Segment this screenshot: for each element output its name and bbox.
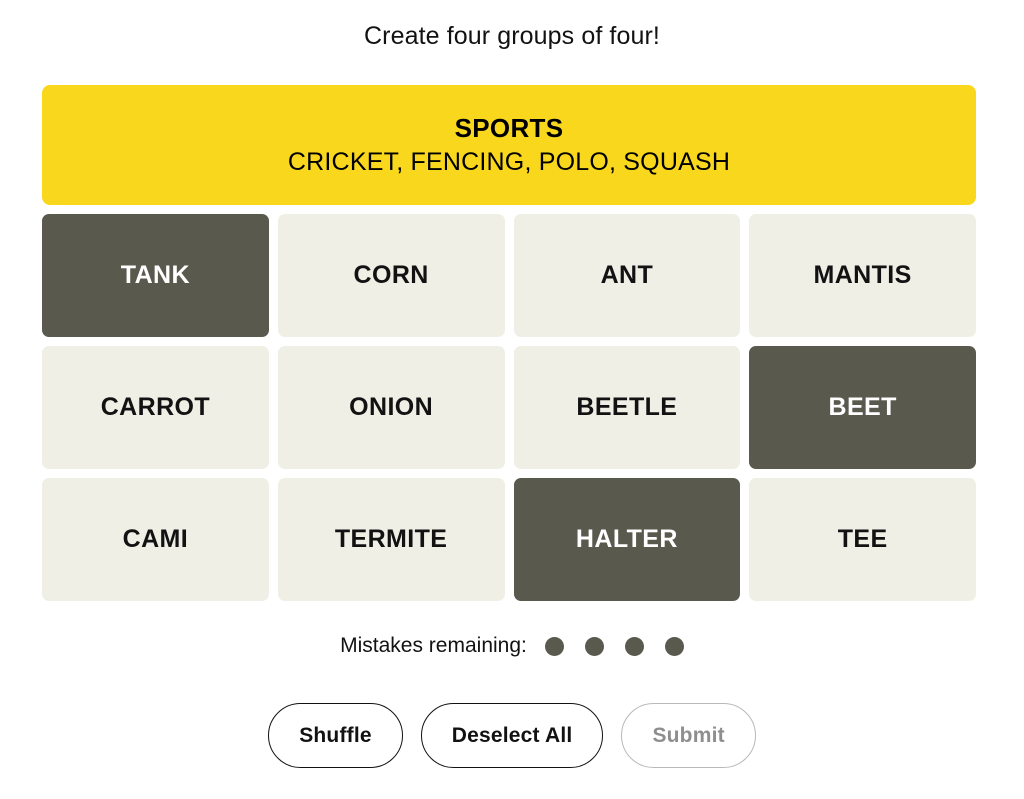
- tile-onion[interactable]: ONION: [277, 346, 505, 469]
- tile-grid: TANK CORN ANT MANTIS CARROT ONION BEETLE BEET CA…: [42, 214, 976, 601]
- tile-carrot[interactable]: CARROT: [42, 346, 269, 469]
- mistake-dot: [664, 636, 684, 656]
- solved-group-name: SPORTS: [454, 112, 564, 143]
- solved-group-words: CRICKET, FENCING, POLO, SQUASH: [287, 148, 731, 176]
- submit-button: Submit: [621, 703, 756, 768]
- tile-termite[interactable]: TERMITE: [277, 478, 505, 601]
- mistake-dot: [584, 636, 604, 656]
- mistake-dot: [544, 636, 564, 656]
- tile-ant[interactable]: ANT: [513, 214, 741, 337]
- solved-groups-area: SPORTS CRICKET, FENCING, POLO, SQUASH: [42, 85, 976, 205]
- tile-corn[interactable]: CORN: [277, 214, 505, 337]
- mistakes-dots: [544, 636, 684, 656]
- control-buttons: Shuffle Deselect All Submit: [0, 703, 1024, 768]
- mistakes-row: Mistakes remaining:: [0, 634, 1024, 658]
- shuffle-button[interactable]: Shuffle: [268, 703, 403, 768]
- solved-group-sports: SPORTS CRICKET, FENCING, POLO, SQUASH: [42, 85, 976, 205]
- tile-mantis[interactable]: MANTIS: [749, 214, 976, 337]
- tile-cami[interactable]: CAMI: [42, 478, 269, 601]
- deselect-all-button[interactable]: Deselect All: [420, 703, 604, 768]
- connections-game: Create four groups of four! SPORTS CRICK…: [0, 0, 1024, 799]
- tile-tank[interactable]: TANK: [42, 214, 269, 337]
- tile-halter[interactable]: HALTER: [513, 478, 741, 601]
- mistakes-label: Mistakes remaining:: [340, 634, 527, 657]
- tile-beetle[interactable]: BEETLE: [513, 346, 741, 469]
- mistake-dot: [624, 636, 644, 656]
- page-title: Create four groups of four!: [364, 22, 660, 50]
- tile-tee[interactable]: TEE: [749, 478, 976, 601]
- tile-beet[interactable]: BEET: [749, 346, 976, 469]
